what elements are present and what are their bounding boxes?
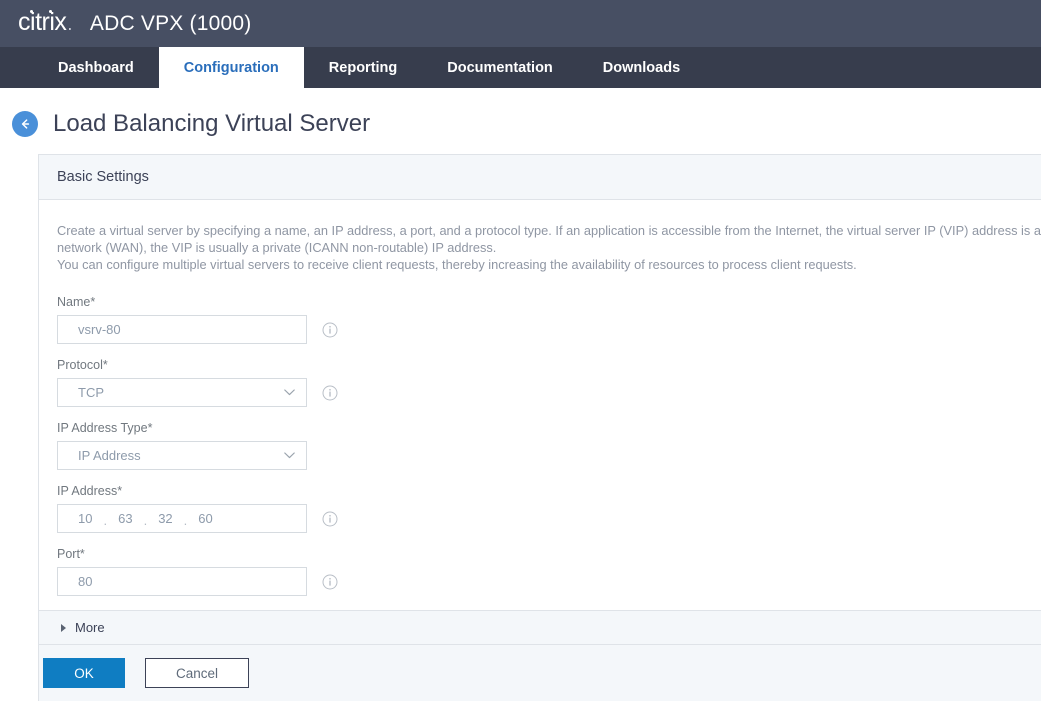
field-ip-address: IP Address* 10 . 63 . 32 . 60	[57, 484, 1041, 533]
info-icon[interactable]	[322, 574, 338, 590]
port-label: Port*	[57, 547, 1041, 561]
page-header: Load Balancing Virtual Server	[0, 88, 1041, 154]
card-section-title: Basic Settings	[39, 155, 1041, 200]
main-tab-bar: Dashboard Configuration Reporting Docume…	[0, 47, 1041, 88]
tab-dashboard[interactable]: Dashboard	[33, 47, 159, 88]
ip-address-type-select[interactable]: IP Address	[57, 441, 307, 470]
description-text: Create a virtual server by specifying a …	[57, 222, 1041, 273]
ip-address-type-selected-value: IP Address	[78, 448, 141, 463]
more-label: More	[75, 620, 105, 635]
card-body: Create a virtual server by specifying a …	[39, 200, 1041, 596]
logo-period: .	[67, 14, 72, 34]
description-line-3: You can configure multiple virtual serve…	[57, 256, 1041, 273]
ip-address-row: 10 . 63 . 32 . 60	[57, 504, 1041, 533]
info-icon[interactable]	[322, 385, 338, 401]
name-row: vsrv-80	[57, 315, 1041, 344]
ip-octet-1[interactable]: 10	[78, 511, 92, 526]
top-brand-bar: citrix. ADC VPX (1000)	[0, 0, 1041, 47]
more-section-toggle[interactable]: More	[39, 610, 1041, 644]
citrix-logo: citrix.	[18, 8, 72, 37]
ip-separator: .	[144, 513, 148, 528]
description-line-1: Create a virtual server by specifying a …	[57, 222, 1041, 239]
name-input[interactable]: vsrv-80	[57, 315, 307, 344]
field-port: Port* 80	[57, 547, 1041, 596]
ip-separator: .	[184, 513, 188, 528]
ip-octet-group: 10 . 63 . 32 . 60	[78, 511, 213, 526]
ok-button[interactable]: OK	[43, 658, 125, 688]
tab-downloads[interactable]: Downloads	[578, 47, 705, 88]
tab-configuration[interactable]: Configuration	[159, 47, 304, 88]
field-ip-address-type: IP Address Type* IP Address	[57, 421, 1041, 470]
protocol-selected-value: TCP	[78, 385, 104, 400]
app-title: ADC VPX (1000)	[90, 12, 252, 36]
ip-separator: .	[103, 513, 107, 528]
description-line-2: network (WAN), the VIP is usually a priv…	[57, 239, 1041, 256]
protocol-row: TCP	[57, 378, 1041, 407]
info-icon[interactable]	[322, 322, 338, 338]
name-label: Name*	[57, 295, 1041, 309]
protocol-label: Protocol*	[57, 358, 1041, 372]
ip-address-label: IP Address*	[57, 484, 1041, 498]
tab-documentation[interactable]: Documentation	[422, 47, 578, 88]
field-protocol: Protocol* TCP	[57, 358, 1041, 407]
protocol-select[interactable]: TCP	[57, 378, 307, 407]
port-row: 80	[57, 567, 1041, 596]
page-title: Load Balancing Virtual Server	[53, 110, 370, 138]
basic-settings-card: Basic Settings Create a virtual server b…	[38, 154, 1041, 701]
ip-address-input[interactable]: 10 . 63 . 32 . 60	[57, 504, 307, 533]
logo-text: citrix	[18, 8, 66, 36]
cancel-button[interactable]: Cancel	[145, 658, 249, 688]
triangle-right-icon	[61, 624, 66, 632]
chevron-down-icon	[284, 389, 295, 396]
tab-reporting[interactable]: Reporting	[304, 47, 422, 88]
ip-octet-4[interactable]: 60	[198, 511, 212, 526]
field-name: Name* vsrv-80	[57, 295, 1041, 344]
port-input[interactable]: 80	[57, 567, 307, 596]
ip-octet-3[interactable]: 32	[158, 511, 172, 526]
chevron-down-icon	[284, 452, 295, 459]
info-icon[interactable]	[322, 511, 338, 527]
back-arrow-icon[interactable]	[12, 111, 38, 137]
ip-address-type-label: IP Address Type*	[57, 421, 1041, 435]
card-footer: OK Cancel	[39, 644, 1041, 701]
ip-address-type-row: IP Address	[57, 441, 1041, 470]
ip-octet-2[interactable]: 63	[118, 511, 132, 526]
